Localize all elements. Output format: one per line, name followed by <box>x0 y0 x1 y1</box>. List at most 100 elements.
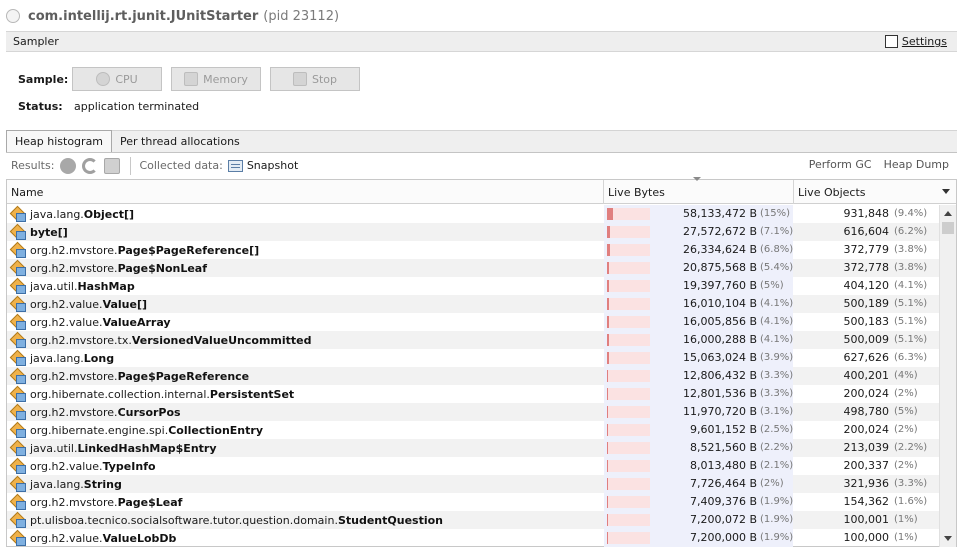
table-row[interactable]: org.h2.mvstore. Page$NonLeaf 20,875,568 B(… <box>7 259 939 277</box>
live-bytes-bar <box>607 280 650 292</box>
live-objects-percent: (3.8%) <box>894 262 928 273</box>
live-objects-cell: 931,848 (9.4%) <box>794 205 939 223</box>
live-objects-value: 931,848 <box>843 207 890 220</box>
live-bytes-value: 19,397,760 B <box>682 279 757 292</box>
live-bytes-bar-fill <box>607 532 608 544</box>
settings-toggle[interactable]: Settings <box>884 35 947 48</box>
table-row[interactable]: pt.ulisboa.tecnico.socialsoftware.tutor.… <box>7 511 939 529</box>
table-row[interactable]: org.hibernate.engine.spi. CollectionEntry… <box>7 421 939 439</box>
class-icon <box>11 352 26 366</box>
live-bytes-cell: 9,601,152 B (2.5%) <box>604 421 793 439</box>
stop-button[interactable]: Stop <box>270 67 360 91</box>
class-name-cell: org.h2.mvstore. Page$Leaf <box>7 493 603 511</box>
class-name: TypeInfo <box>102 459 156 473</box>
class-name: LinkedHashMap$Entry <box>77 441 217 455</box>
live-objects-value: 500,183 <box>843 315 890 328</box>
live-bytes-bar <box>607 298 650 310</box>
live-bytes-bar-fill <box>607 478 608 490</box>
class-name: PersistentSet <box>209 387 295 401</box>
stop-icon <box>292 72 307 86</box>
table-row[interactable]: org.h2.value. ValueLobDb 7,200,000 B (1.9%)… <box>7 529 939 547</box>
tab-per-thread-allocations[interactable]: Per thread allocations <box>112 130 248 152</box>
package-name: org.h2.mvstore. <box>30 405 118 419</box>
refresh-icon[interactable] <box>82 157 99 174</box>
table-row[interactable]: org.h2.value. TypeInfo 8,013,480 B (2.1%) 20… <box>7 457 939 475</box>
class-name-cell: pt.ulisboa.tecnico.socialsoftware.tutor.… <box>7 511 603 529</box>
perform-gc-button[interactable]: Perform GC <box>809 158 872 171</box>
settings-checkbox[interactable] <box>884 35 898 48</box>
column-header-name[interactable]: Name <box>7 180 604 204</box>
snapshot-button[interactable]: Snapshot <box>247 159 298 172</box>
table-row[interactable]: org.h2.value. ValueArray 16,005,856 B (4.1%… <box>7 313 939 331</box>
table-row[interactable]: org.h2.mvstore.tx. VersionedValueUncommit… <box>7 331 939 349</box>
pause-icon[interactable] <box>60 157 77 174</box>
table-row[interactable]: java.util. LinkedHashMap$Entry 8,521,560 B… <box>7 439 939 457</box>
table-row[interactable]: java.lang. Long 15,063,024 B (3.9%) 627,626(… <box>7 349 939 367</box>
live-bytes-bar <box>607 226 650 238</box>
live-bytes-bar-fill <box>607 226 610 238</box>
live-bytes-bar <box>607 532 650 544</box>
table-row[interactable]: byte[] 27,572,672 B (7.1%) 616,604 (6.2%) <box>7 223 939 241</box>
delta-icon[interactable] <box>104 157 121 174</box>
class-name: Long <box>83 351 115 365</box>
table-row[interactable]: org.h2.value. Value[] 16,010,104 B (4.1%) 50… <box>7 295 939 313</box>
cpu-button[interactable]: CPU <box>72 67 162 91</box>
live-bytes-cell: 7,200,000 B (1.9%) <box>604 529 793 547</box>
live-bytes-percent: (15%) <box>760 208 791 219</box>
live-bytes-value: 8,013,480 B <box>689 459 757 472</box>
live-objects-percent: (3.8%) <box>894 244 928 255</box>
live-objects-percent: (5.1%) <box>894 316 928 327</box>
table-row[interactable]: org.h2.mvstore. Page$Leaf 7,409,376 B (1.9%… <box>7 493 939 511</box>
class-icon <box>11 244 26 258</box>
live-bytes-bar-fill <box>607 352 609 364</box>
class-name-cell: java.lang. String <box>7 475 603 493</box>
package-name: org.h2.mvstore. <box>30 243 118 257</box>
live-bytes-percent: (3.3%) <box>760 388 794 399</box>
column-header-live-bytes[interactable]: Live Bytes <box>604 177 794 204</box>
live-objects-percent: (5.1%) <box>894 334 928 345</box>
tab-heap-histogram[interactable]: Heap histogram <box>6 130 113 152</box>
table-row[interactable]: org.h2.mvstore. CursorPos 11,970,720 B (3.1… <box>7 403 939 421</box>
live-bytes-percent: (1.9%) <box>760 496 794 507</box>
snapshot-icon[interactable] <box>227 159 243 172</box>
scroll-down-icon[interactable] <box>944 536 952 541</box>
vertical-scrollbar[interactable] <box>939 205 956 547</box>
scroll-up-icon[interactable] <box>944 211 952 216</box>
class-name: ValueLobDb <box>102 531 177 545</box>
heap-dump-button[interactable]: Heap Dump <box>884 158 949 171</box>
table-row[interactable]: java.lang. String 7,726,464 B (2%) 321,936 (3… <box>7 475 939 493</box>
table-header: Name Live Bytes Live Objects <box>7 177 956 204</box>
column-header-live-objects[interactable]: Live Objects <box>794 180 956 204</box>
live-bytes-bar-fill <box>607 388 608 400</box>
class-icon <box>11 280 26 294</box>
live-bytes-percent: (4.1%) <box>760 316 794 327</box>
column-menu-icon[interactable] <box>942 189 950 194</box>
cpu-button-label: CPU <box>115 72 138 86</box>
class-name: CursorPos <box>117 405 181 419</box>
live-bytes-percent: (3.9%) <box>760 352 794 363</box>
live-objects-percent: (1.6%) <box>894 496 928 507</box>
table-row[interactable]: org.hibernate.collection.internal. Persis… <box>7 385 939 403</box>
class-name-cell: org.h2.mvstore. CursorPos <box>7 403 603 421</box>
memory-button[interactable]: Memory <box>171 67 261 91</box>
live-bytes-cell: 16,000,288 B (4.1%) <box>604 331 793 349</box>
class-name-cell: org.h2.value. ValueArray <box>7 313 603 331</box>
table-row[interactable]: java.lang. Object[] 58,133,472 B (15%) 931,8… <box>7 205 939 223</box>
table-row[interactable]: org.h2.mvstore. Page$PageReference 12,806,… <box>7 367 939 385</box>
live-bytes-value: 7,200,072 B <box>689 513 757 526</box>
live-bytes-cell: 7,409,376 B (1.9%) <box>604 493 793 511</box>
results-toolbar: Results: Collected data: Snapshot Perfor… <box>6 153 957 178</box>
live-bytes-cell: 12,801,536 B (3.3%) <box>604 385 793 403</box>
table-row[interactable]: org.h2.mvstore. Page$PageReference[] 26,33… <box>7 241 939 259</box>
live-bytes-percent: (2.1%) <box>760 460 794 471</box>
settings-label[interactable]: Settings <box>902 35 947 48</box>
scrollbar-thumb[interactable] <box>942 222 954 234</box>
live-bytes-percent: (2.5%) <box>760 424 794 435</box>
table-row[interactable]: java.util. HashMap 19,397,760 B (5%) 404,120… <box>7 277 939 295</box>
package-name: java.util. <box>30 279 78 293</box>
package-name: org.h2.value. <box>30 531 103 545</box>
class-name: ValueArray <box>102 315 171 329</box>
live-bytes-bar-fill <box>607 514 608 526</box>
table-body: java.lang. Object[] 58,133,472 B (15%) 931,8… <box>7 205 939 547</box>
live-objects-value: 200,024 <box>843 423 890 436</box>
